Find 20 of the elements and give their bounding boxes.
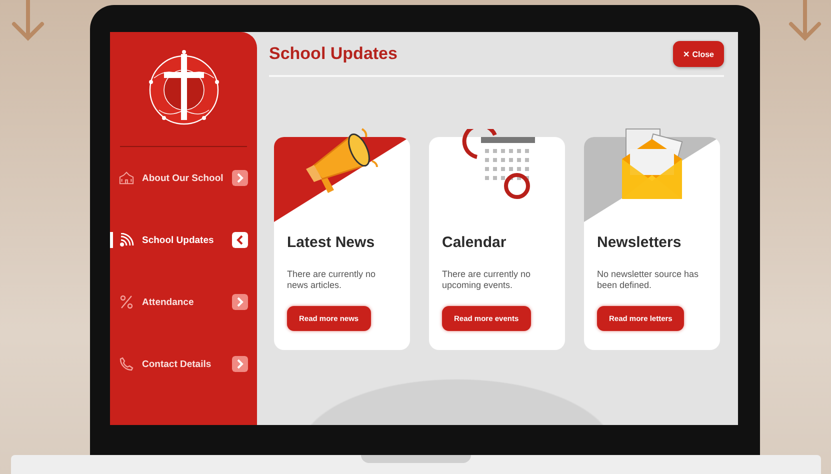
card-text: No newsletter source has been defined. <box>597 269 700 291</box>
card-title: Calendar <box>442 234 508 251</box>
chevron-right-icon <box>232 170 248 186</box>
percent-icon <box>119 295 134 309</box>
sidebar-item[interactable]: About Our School <box>110 167 257 189</box>
card-text: There are currently no news articles. <box>287 269 377 291</box>
sidebar-item[interactable]: Contact Details <box>110 353 257 375</box>
page-title: School Updates <box>269 44 398 64</box>
card-title: Latest News <box>287 234 376 251</box>
phone-icon <box>119 357 134 371</box>
feed-icon <box>119 233 134 247</box>
card-text: There are currently no upcoming events. <box>442 269 532 291</box>
close-button[interactable]: ✕ Close <box>672 41 724 67</box>
school-building-icon <box>119 171 134 185</box>
chevron-right-icon <box>232 294 248 310</box>
chevron-left-icon <box>232 232 248 248</box>
sidebar-item[interactable]: School Updates <box>110 229 257 251</box>
chevron-right-icon <box>232 356 248 372</box>
card-title: Newsletters <box>597 234 682 251</box>
sidebar-item[interactable]: Attendance <box>110 291 257 313</box>
